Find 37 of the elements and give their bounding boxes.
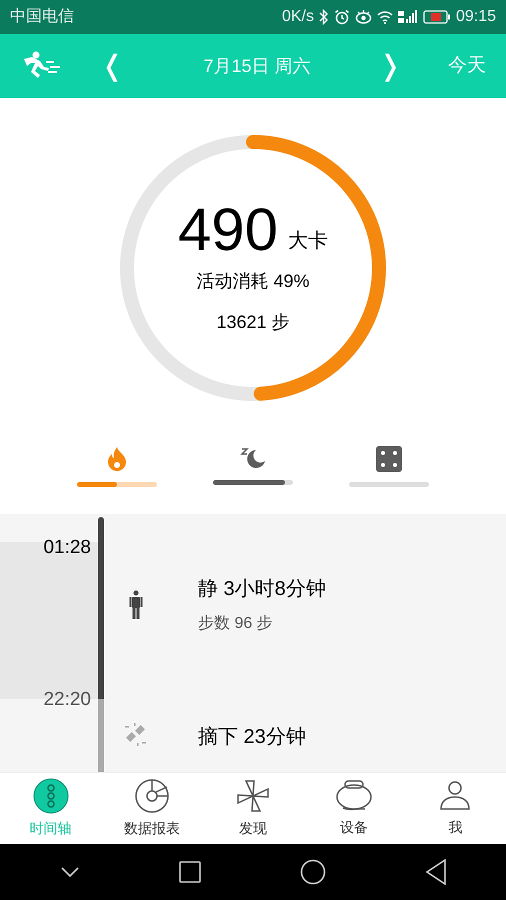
time-label: 22:20 [43,690,91,709]
square-icon[interactable] [178,861,200,883]
person-icon [438,779,472,813]
time-label: 01:28 [43,538,91,557]
back-triangle-icon[interactable] [424,859,446,885]
nav-tab[interactable]: 设备 [309,779,400,838]
timeline-icon [32,778,69,814]
network-speed: 0K/s [282,7,314,27]
calorie-unit: 大卡 [288,229,328,254]
calorie-value: 490 [178,200,278,260]
circle-icon[interactable] [300,859,326,885]
bluetooth-icon [318,9,329,25]
date-title: 7月15日 周六 [202,54,312,78]
alarm-icon [334,9,350,25]
entry-title: 静 3小时8分钟 [198,577,326,602]
standing-person-icon [129,590,143,620]
nav-tab[interactable]: 数据报表 [106,778,197,839]
eye-icon [354,9,372,25]
clock-time: 09:15 [456,7,496,27]
chevron-down-icon[interactable] [60,866,80,878]
signal-icon [398,9,418,25]
carrier-text: 中国电信 [10,6,74,27]
nav-tab[interactable]: 我 [410,779,500,838]
step-count: 13621 步 [216,311,290,334]
wifi-icon [376,10,393,24]
donut-chart-icon [134,778,170,814]
nav-tab[interactable]: 发现 [208,778,298,839]
pinwheel-icon [234,778,271,814]
entry-title: 摘下 23分钟 [198,725,306,750]
entry-detail: 步数 96 步 [198,614,274,634]
moon-icon [240,446,266,470]
broken-band-icon [123,722,149,748]
band-icon [335,779,374,813]
activity-percent: 活动消耗 49% [196,270,310,293]
flame-icon [106,446,128,472]
battery-icon [422,10,451,24]
dice-icon [376,446,402,472]
